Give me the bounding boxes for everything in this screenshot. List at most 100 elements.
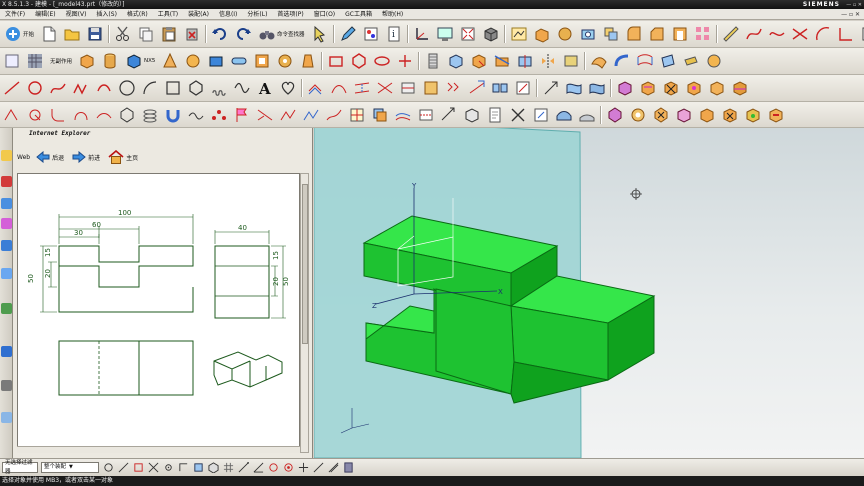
- document-controls[interactable]: — ▫ ✕: [841, 9, 860, 20]
- menu-tools[interactable]: 工具(T): [153, 9, 183, 20]
- curve-button-5[interactable]: [94, 78, 114, 98]
- blend-button[interactable]: [624, 24, 644, 44]
- sel-button-8[interactable]: [163, 105, 183, 125]
- snap-button-6[interactable]: [177, 462, 189, 474]
- curve-button-6[interactable]: [117, 78, 137, 98]
- feature-button-23[interactable]: [589, 51, 609, 71]
- sel-button-24[interactable]: [531, 105, 551, 125]
- sel-button-26[interactable]: [577, 105, 597, 125]
- sel-button-28[interactable]: [628, 105, 648, 125]
- edit-curve-5[interactable]: [398, 78, 418, 98]
- sel-button-11[interactable]: [232, 105, 252, 125]
- curve-tool-d[interactable]: [813, 24, 833, 44]
- edit-display-button[interactable]: [361, 24, 381, 44]
- sel-button-33[interactable]: [743, 105, 763, 125]
- analysis-button-1[interactable]: [615, 78, 635, 98]
- boolean-button[interactable]: [601, 24, 621, 44]
- menu-assembly[interactable]: 装配(A): [183, 9, 214, 20]
- curve-button-12[interactable]: [278, 78, 298, 98]
- edit-curve-6[interactable]: [421, 78, 441, 98]
- curve-button-11[interactable]: [232, 78, 252, 98]
- copy-button[interactable]: [136, 24, 156, 44]
- shell-button[interactable]: [670, 24, 690, 44]
- snap-button-15[interactable]: [312, 462, 324, 474]
- curve-tool-a[interactable]: [744, 24, 764, 44]
- color-square-button[interactable]: [859, 24, 864, 44]
- feature-button-24[interactable]: [612, 51, 632, 71]
- sel-button-32[interactable]: [720, 105, 740, 125]
- menu-file[interactable]: 文件(F): [0, 9, 30, 20]
- hole-button[interactable]: [578, 24, 598, 44]
- feature-button-21[interactable]: [538, 51, 558, 71]
- feature-button-10[interactable]: [275, 51, 295, 71]
- menu-help[interactable]: 帮助(H): [377, 9, 408, 20]
- edit-curve-10[interactable]: [513, 78, 533, 98]
- sel-button-7[interactable]: [140, 105, 160, 125]
- snap-button-11[interactable]: [252, 462, 264, 474]
- revolve-button[interactable]: [555, 24, 575, 44]
- measure-button[interactable]: [721, 24, 741, 44]
- feature-button-19[interactable]: [492, 51, 512, 71]
- system-materials-tab[interactable]: [1, 346, 12, 357]
- curve-tool-b[interactable]: [767, 24, 787, 44]
- sel-button-34[interactable]: [766, 105, 786, 125]
- feature-button-12[interactable]: [326, 51, 346, 71]
- feature-button-4[interactable]: [100, 51, 120, 71]
- curve-tool-c[interactable]: [790, 24, 810, 44]
- menu-analysis[interactable]: 分析(L): [242, 9, 272, 20]
- snap-button-12[interactable]: [267, 462, 279, 474]
- snap-button-7[interactable]: [192, 462, 204, 474]
- undo-button[interactable]: [210, 24, 230, 44]
- sel-button-22[interactable]: [485, 105, 505, 125]
- assembly-navigator-tab[interactable]: [1, 150, 12, 161]
- edit-curve-7[interactable]: [444, 78, 464, 98]
- snap-button-4[interactable]: [147, 462, 159, 474]
- feature-button-16[interactable]: [423, 51, 443, 71]
- curve-button-2[interactable]: [25, 78, 45, 98]
- cut-button[interactable]: [113, 24, 133, 44]
- curve-tool-e[interactable]: [836, 24, 856, 44]
- sel-button-27[interactable]: [605, 105, 625, 125]
- roles-tab[interactable]: [1, 380, 12, 391]
- snap-button-9[interactable]: [222, 462, 234, 474]
- sel-button-17[interactable]: [370, 105, 390, 125]
- curve-button-10[interactable]: [209, 78, 229, 98]
- constraint-navigator-tab[interactable]: [1, 176, 12, 187]
- feature-button-26[interactable]: [658, 51, 678, 71]
- snap-button-2[interactable]: [117, 462, 129, 474]
- back-button[interactable]: 后退: [36, 151, 64, 163]
- nx5-button[interactable]: NX5: [123, 51, 157, 71]
- paste-button[interactable]: [159, 24, 179, 44]
- feature-button-8[interactable]: [229, 51, 249, 71]
- sel-button-25[interactable]: [554, 105, 574, 125]
- save-button[interactable]: [85, 24, 105, 44]
- feature-button-20[interactable]: [515, 51, 535, 71]
- start-button[interactable]: 开始: [2, 24, 36, 44]
- edit-object-button[interactable]: [338, 24, 358, 44]
- sel-button-5[interactable]: [94, 105, 114, 125]
- feature-button-14[interactable]: [372, 51, 392, 71]
- menu-edit[interactable]: 编辑(E): [30, 9, 60, 20]
- sel-button-16[interactable]: [347, 105, 367, 125]
- snap-button-3[interactable]: [132, 462, 144, 474]
- settings-tab[interactable]: [1, 412, 12, 423]
- feature-button-7[interactable]: [206, 51, 226, 71]
- menu-format[interactable]: 格式(R): [122, 9, 153, 20]
- sel-button-1[interactable]: [2, 105, 22, 125]
- feature-button-2[interactable]: [25, 51, 45, 71]
- snap-button-1[interactable]: [102, 462, 114, 474]
- sel-button-3[interactable]: [48, 105, 68, 125]
- ie-horizontal-scrollbar[interactable]: [17, 446, 300, 453]
- part-navigator-tab[interactable]: [1, 198, 12, 209]
- feature-button-22[interactable]: [561, 51, 581, 71]
- sel-button-9[interactable]: [186, 105, 206, 125]
- edit-curve-13[interactable]: [587, 78, 607, 98]
- snap-button-14[interactable]: [297, 462, 309, 474]
- sel-button-12[interactable]: [255, 105, 275, 125]
- feature-button-28[interactable]: [704, 51, 724, 71]
- sync-modeling-button[interactable]: 无副作用: [48, 51, 74, 71]
- curve-button-8[interactable]: [163, 78, 183, 98]
- command-finder-button[interactable]: 命令查找器: [256, 24, 307, 44]
- sel-button-29[interactable]: [651, 105, 671, 125]
- analysis-button-4[interactable]: [684, 78, 704, 98]
